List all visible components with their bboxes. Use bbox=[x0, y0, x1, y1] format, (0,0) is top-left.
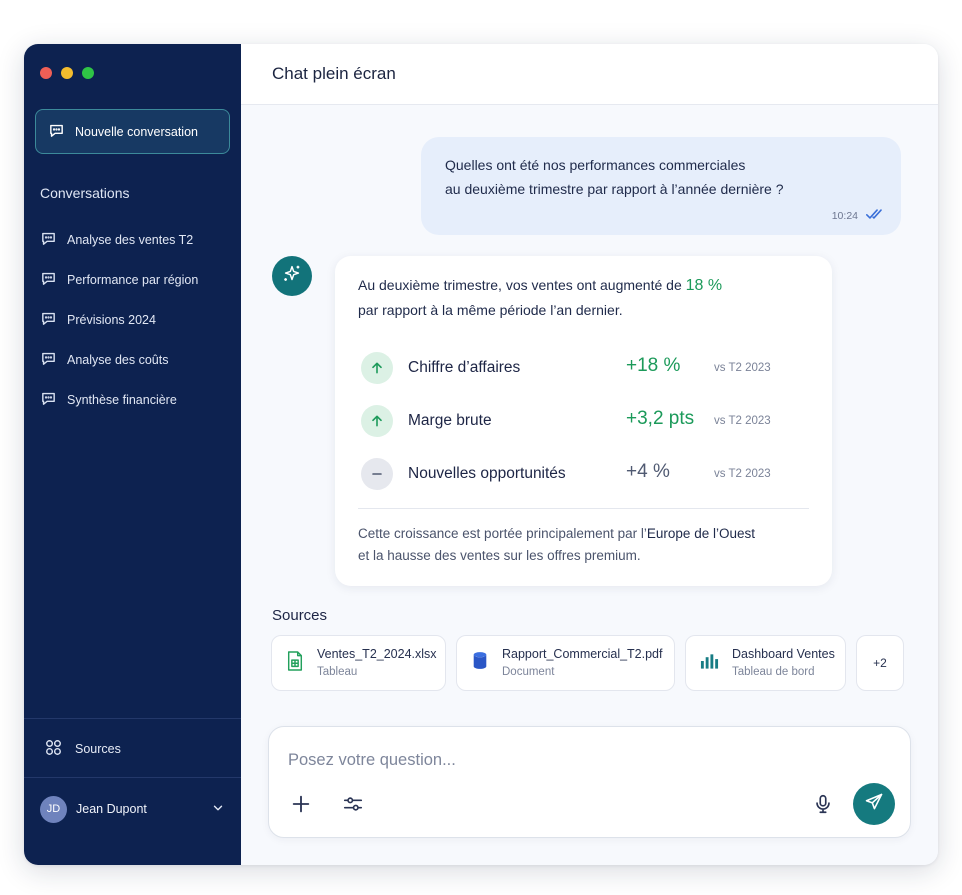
send-button[interactable] bbox=[853, 783, 895, 825]
metric-label: Nouvelles opportunités bbox=[408, 465, 566, 482]
arrow-up-icon bbox=[361, 405, 393, 437]
sidebar-divider bbox=[24, 718, 241, 719]
double-check-icon bbox=[866, 208, 885, 223]
source-type: Document bbox=[502, 666, 555, 678]
footer-text: et la hausse des ventes sur les offres p… bbox=[358, 548, 641, 563]
footer-highlight: Europe de l’Ouest bbox=[646, 526, 755, 541]
assistant-intro: Au deuxième trimestre, vos ventes ont au… bbox=[358, 273, 722, 323]
sidebar-sources-link[interactable]: Sources bbox=[44, 738, 121, 760]
user-menu[interactable]: JD Jean Dupont bbox=[40, 795, 225, 823]
plus-icon[interactable] bbox=[290, 793, 312, 820]
footer-text: Cette croissance est portée principaleme… bbox=[358, 526, 647, 541]
settings-sliders-icon[interactable] bbox=[342, 793, 364, 820]
chat-header: Chat plein écran bbox=[241, 44, 938, 105]
more-sources-button[interactable]: +2 bbox=[856, 635, 904, 691]
composer bbox=[268, 726, 911, 838]
conversation-item[interactable]: Performance par région bbox=[40, 260, 230, 300]
database-icon bbox=[471, 651, 489, 676]
spreadsheet-icon bbox=[286, 650, 304, 676]
conversation-label: Analyse des coûts bbox=[67, 353, 169, 367]
new-conversation-button[interactable]: Nouvelle conversation bbox=[35, 109, 230, 154]
chat-panel: Chat plein écran Quelles ont été nos per… bbox=[241, 44, 938, 865]
conversation-item[interactable]: Analyse des ventes T2 bbox=[40, 220, 230, 260]
metric-compare: vs T2 2023 bbox=[714, 362, 771, 374]
close-window-button[interactable] bbox=[40, 67, 52, 79]
arrow-up-icon bbox=[361, 352, 393, 384]
chat-bubble-icon bbox=[40, 230, 57, 250]
chat-bubble-icon bbox=[40, 310, 57, 330]
assistant-footer: Cette croissance est portée principaleme… bbox=[358, 523, 755, 567]
app-window: Nouvelle conversation Conversations Anal… bbox=[24, 44, 938, 865]
intro-text: Au deuxième trimestre, vos ventes ont au… bbox=[358, 277, 686, 293]
metric-label: Chiffre d’affaires bbox=[408, 359, 521, 376]
maximize-window-button[interactable] bbox=[82, 67, 94, 79]
new-conversation-label: Nouvelle conversation bbox=[75, 124, 198, 139]
chat-bubble-icon bbox=[40, 270, 57, 290]
avatar: JD bbox=[40, 795, 67, 823]
metric-value: +18 % bbox=[626, 355, 681, 376]
microphone-icon[interactable] bbox=[812, 793, 834, 820]
conversation-label: Synthèse financière bbox=[67, 393, 177, 407]
user-message-line: au deuxième trimestre par rapport à l’an… bbox=[445, 181, 784, 197]
chat-bubble-icon bbox=[40, 390, 57, 410]
page-title: Chat plein écran bbox=[272, 64, 396, 83]
source-chip[interactable]: Dashboard Ventes Tableau de bord bbox=[685, 635, 846, 691]
source-type: Tableau bbox=[317, 666, 358, 678]
bar-chart-icon bbox=[700, 652, 719, 675]
source-name: Ventes_T2_2024.xlsx bbox=[317, 647, 437, 661]
source-name: Rapport_Commercial_T2.pdf bbox=[502, 647, 663, 661]
sidebar: Nouvelle conversation Conversations Anal… bbox=[24, 44, 241, 865]
conversation-item[interactable]: Analyse des coûts bbox=[40, 340, 230, 380]
conversation-label: Analyse des ventes T2 bbox=[67, 233, 194, 247]
chat-bubble-icon bbox=[48, 122, 65, 142]
metric-row: Chiffre d’affaires +18 % vs T2 2023 bbox=[361, 352, 791, 386]
metric-label: Marge brute bbox=[408, 412, 492, 429]
conversation-label: Performance par région bbox=[67, 273, 199, 287]
user-message: Quelles ont été nos performances commerc… bbox=[421, 137, 901, 235]
message-meta: 10:24 bbox=[832, 208, 885, 223]
conversation-list: Analyse des ventes T2 Performance par ré… bbox=[40, 220, 230, 420]
question-input[interactable] bbox=[288, 744, 808, 776]
minus-icon bbox=[361, 458, 393, 490]
chat-bubble-icon bbox=[40, 350, 57, 370]
user-message-line: Quelles ont été nos performances commerc… bbox=[445, 157, 746, 173]
source-chip[interactable]: Ventes_T2_2024.xlsx Tableau bbox=[271, 635, 446, 691]
user-name: Jean Dupont bbox=[76, 802, 147, 816]
metric-value: +4 % bbox=[626, 461, 670, 482]
sidebar-divider bbox=[24, 777, 241, 778]
message-time: 10:24 bbox=[831, 209, 858, 222]
minimize-window-button[interactable] bbox=[61, 67, 73, 79]
intro-text: par rapport à la même période l’an derni… bbox=[358, 302, 623, 318]
sources-heading: Sources bbox=[272, 607, 328, 624]
chevron-down-icon bbox=[211, 801, 225, 818]
send-icon bbox=[864, 792, 884, 817]
metric-compare: vs T2 2023 bbox=[714, 415, 771, 427]
metric-row: Nouvelles opportunités +4 % vs T2 2023 bbox=[361, 458, 791, 492]
metric-row: Marge brute +3,2 pts vs T2 2023 bbox=[361, 405, 791, 439]
card-divider bbox=[358, 508, 809, 509]
conversation-item[interactable]: Synthèse financière bbox=[40, 380, 230, 420]
metric-value: +3,2 pts bbox=[626, 408, 695, 429]
sparkle-icon bbox=[281, 263, 303, 290]
conversation-item[interactable]: Prévisions 2024 bbox=[40, 300, 230, 340]
sources-label: Sources bbox=[75, 742, 121, 756]
source-chip[interactable]: Rapport_Commercial_T2.pdf Document bbox=[456, 635, 675, 691]
window-controls bbox=[40, 67, 94, 79]
conversations-heading: Conversations bbox=[40, 185, 130, 201]
source-type: Tableau de bord bbox=[732, 666, 815, 678]
assistant-avatar bbox=[272, 256, 312, 296]
source-name: Dashboard Ventes bbox=[732, 647, 835, 661]
sources-grid-icon bbox=[44, 738, 63, 760]
metric-compare: vs T2 2023 bbox=[714, 468, 771, 480]
highlight-value: 18 % bbox=[685, 277, 723, 294]
assistant-message: Au deuxième trimestre, vos ventes ont au… bbox=[335, 256, 832, 586]
conversation-label: Prévisions 2024 bbox=[67, 313, 156, 327]
